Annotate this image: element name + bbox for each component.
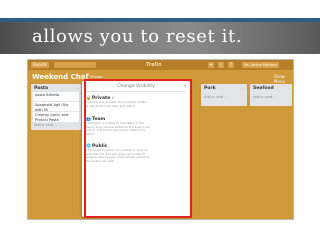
search-input[interactable] <box>54 62 96 68</box>
boards-button[interactable]: Boards <box>31 62 49 68</box>
banner-accent-strip <box>0 18 320 22</box>
list-menu-icon[interactable]: ⋯ <box>241 86 245 91</box>
notification-icon[interactable]: ! <box>228 62 234 68</box>
top-bar: Boards Trello + i ! Ms. Janine Mertens <box>28 60 293 70</box>
add-card-link[interactable]: Add a card... <box>253 95 276 99</box>
list-title[interactable]: Pasta <box>34 86 48 91</box>
add-card-link[interactable]: Add a card... <box>34 123 57 127</box>
list-pork: Pork ⋯ Add a card... <box>201 84 247 106</box>
trello-logo[interactable]: Trello <box>146 62 162 68</box>
add-card-link[interactable]: Add a card... <box>204 95 227 99</box>
list-menu-icon[interactable]: ⋯ <box>75 86 79 91</box>
slide-title: allows you to reset it. <box>32 26 243 47</box>
list-menu-icon[interactable]: ⋯ <box>286 86 290 91</box>
add-icon[interactable]: + <box>208 62 214 68</box>
card[interactable]: pasta Alfredo <box>33 92 79 101</box>
list-title[interactable]: Pork <box>204 86 216 91</box>
user-menu-button[interactable]: Ms. Janine Mertens <box>242 62 280 68</box>
list-seafood: Seafood ⋯ Add a card... <box>250 84 292 106</box>
card[interactable]: Spaghetti Agli Olio with Sh <box>33 102 79 112</box>
list-pasta: Pasta ⋯ pasta Alfredo Spaghetti Agli Oli… <box>31 84 81 130</box>
highlight-frame <box>84 79 192 218</box>
card[interactable]: Creamy Garlic and Prosciu Pasta <box>33 112 79 122</box>
list-title[interactable]: Seafood <box>253 86 274 91</box>
trello-screenshot: Boards Trello + i ! Ms. Janine Mertens W… <box>27 59 294 220</box>
info-icon[interactable]: i <box>218 62 224 68</box>
show-menu-button[interactable]: Show Menu <box>274 74 293 84</box>
